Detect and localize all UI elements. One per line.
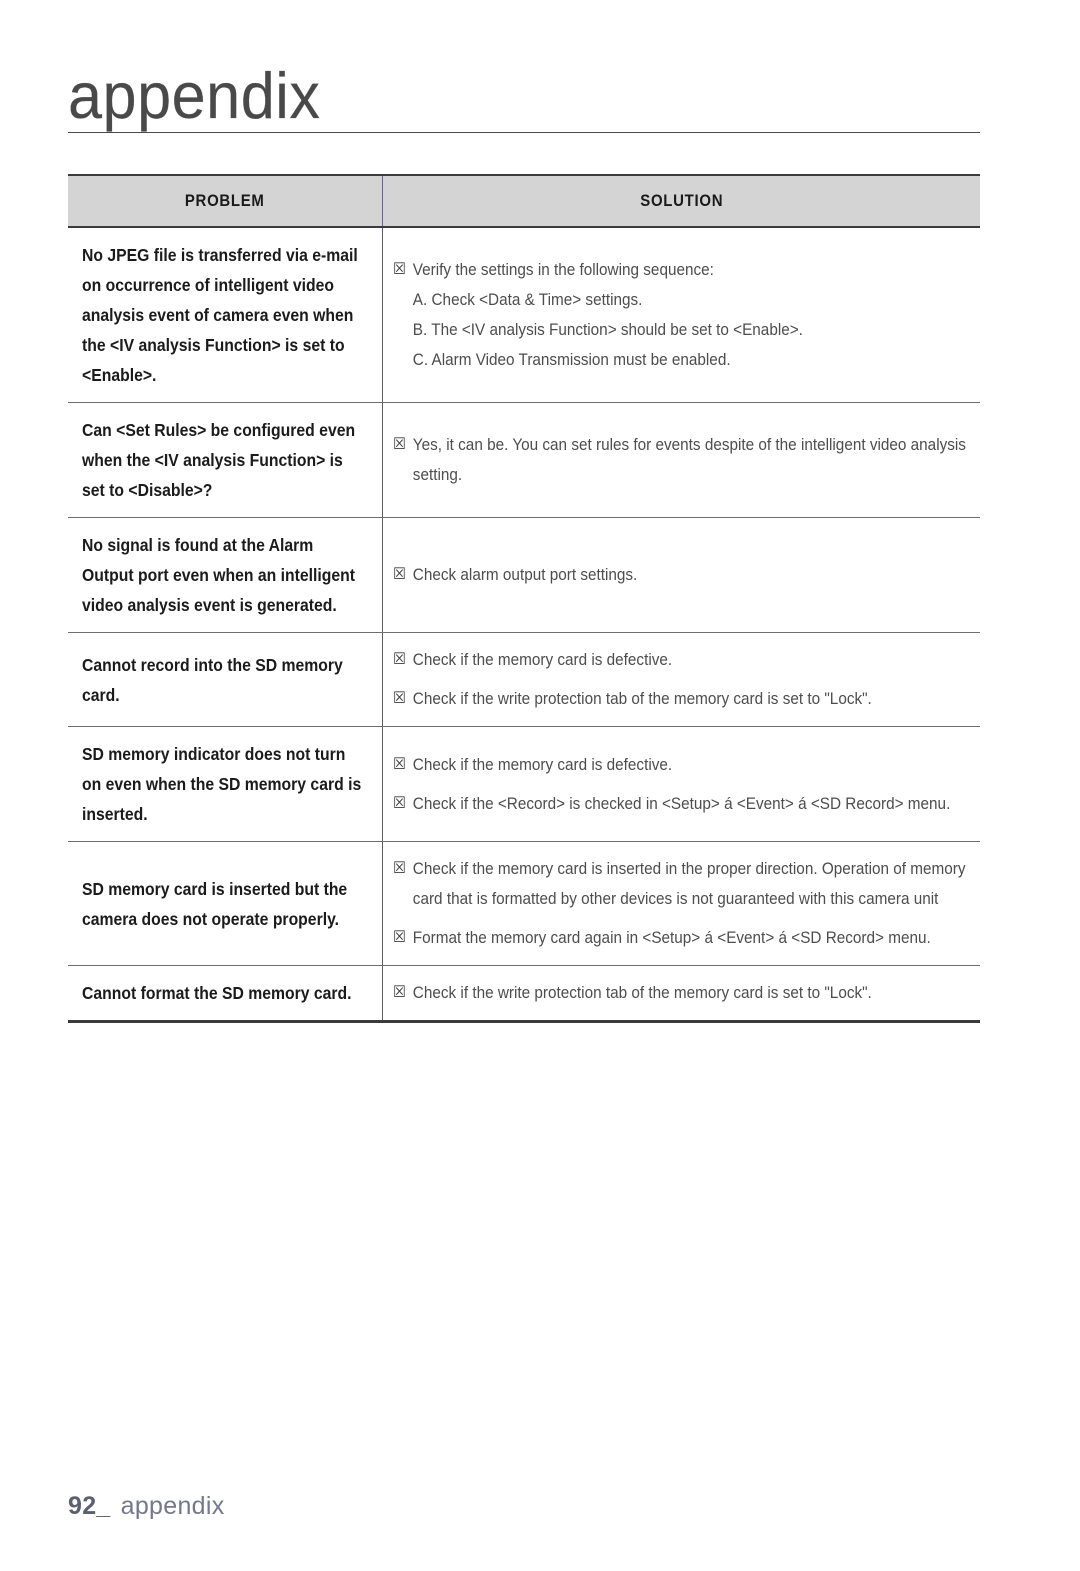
solution-text: Check if the memory card is inserted in … [412, 859, 966, 908]
problem-text: Cannot record into the SD memory card. [82, 654, 343, 705]
solution-cell: ☒ Check if the memory card is defective. ☒… [382, 632, 980, 727]
solution-text: Yes, it can be. You can set rules for ev… [412, 435, 966, 484]
solution-text: Verify the settings in the following seq… [412, 260, 714, 279]
bullet-box-icon: ☒ [392, 794, 406, 812]
solution-text: Check if the <Record> is checked in <Set… [412, 793, 950, 813]
bullet-box-icon: ☒ [392, 566, 406, 583]
footer-section-label: appendix [120, 1492, 225, 1520]
solution-cell: ☒ Check alarm output port settings. [382, 517, 980, 633]
solution-cell: ☒ Check if the memory card is inserted in… [382, 841, 980, 966]
solution-bullet-item: ☒ Check if the <Record> is checked in <Se… [393, 789, 968, 819]
troubleshooting-table: PROBLEM SOLUTION No JPEG file is transfe… [68, 174, 980, 1023]
solution-text: Check if the write protection tab of the… [412, 983, 872, 1002]
column-header-solution-label: SOLUTION [639, 191, 723, 210]
bullet-box-icon: ☒ [392, 860, 406, 877]
solution-cell: ☒ Check if the memory card is defective. ☒… [382, 726, 980, 842]
solution-bullet-item: ☒ Check if the memory card is defective. [393, 750, 968, 780]
table-row: No signal is found at the Alarm Output p… [68, 517, 980, 633]
bullet-box-icon: ☒ [392, 755, 406, 773]
bullet-box-icon: ☒ [392, 436, 406, 453]
solution-text: Format the memory card again in <Setup> … [412, 928, 931, 947]
problem-text: No signal is found at the Alarm Output p… [82, 535, 356, 615]
table-row: Cannot format the SD memory card. ☒ Check … [68, 965, 980, 1023]
problem-cell: Cannot record into the SD memory card. [68, 632, 383, 727]
table-row: SD memory card is inserted but the camer… [68, 841, 980, 966]
bullet-box-icon: ☒ [392, 261, 406, 278]
solution-cell: ☒ Verify the settings in the following se… [382, 227, 980, 403]
problem-cell: No JPEG file is transferred via e-mail o… [68, 227, 383, 403]
table-row: No JPEG file is transferred via e-mail o… [68, 227, 980, 403]
solution-text: Check if the memory card is defective. [412, 650, 672, 669]
problem-cell: Can <Set Rules> be configured even when … [68, 402, 383, 518]
page: appendix PROBLEM SOLUTION No JPEG file i… [0, 0, 1080, 1571]
solution-bullet-item: ☒ Check alarm output port settings. [393, 560, 968, 590]
solution-bullet-item: ☒ Verify the settings in the following se… [393, 255, 968, 285]
table-body: No JPEG file is transferred via e-mail o… [68, 227, 980, 1023]
solution-bullet-item: ☒ Check if the memory card is inserted in… [393, 854, 968, 914]
table-header: PROBLEM SOLUTION [68, 174, 980, 228]
solution-bullet-item: ☒ Check if the write protection tab of th… [393, 684, 968, 714]
solution-sub-step: B. The <IV analysis Function> should be … [412, 320, 803, 339]
troubleshooting-table-wrapper: PROBLEM SOLUTION No JPEG file is transfe… [68, 174, 980, 1023]
page-title: appendix [68, 59, 321, 133]
table-header-row: PROBLEM SOLUTION [68, 174, 980, 228]
solution-bullet-item: ☒ Format the memory card again in <Setup>… [393, 923, 968, 953]
solution-cell: ☒ Check if the write protection tab of th… [382, 965, 980, 1023]
problem-cell: No signal is found at the Alarm Output p… [68, 517, 383, 633]
bullet-box-icon: ☒ [392, 929, 406, 946]
solution-sub-step: A. Check <Data & Time> settings. [412, 290, 642, 309]
problem-cell: Cannot format the SD memory card. [68, 965, 383, 1023]
table-row: Cannot record into the SD memory card. ☒ C… [68, 632, 980, 727]
solution-bullet-item: ☒ Check if the write protection tab of th… [393, 978, 968, 1008]
solution-sub-step: C. Alarm Video Transmission must be enab… [412, 350, 731, 369]
bullet-box-icon: ☒ [392, 984, 406, 1001]
solution-text: Check if the write protection tab of the… [412, 689, 872, 708]
problem-text: SD memory card is inserted but the camer… [82, 878, 348, 929]
solution-bullet-item: ☒ Check if the memory card is defective. [393, 645, 968, 675]
problem-cell: SD memory indicator does not turn on eve… [68, 726, 383, 842]
problem-text: Cannot format the SD memory card. [82, 983, 352, 1003]
footer-page-number: 92_ [68, 1492, 111, 1520]
solution-cell: ☒ Yes, it can be. You can set rules for e… [382, 402, 980, 518]
column-header-problem-label: PROBLEM [184, 191, 265, 210]
table-row: Can <Set Rules> be configured even when … [68, 402, 980, 518]
problem-cell: SD memory card is inserted but the camer… [68, 841, 383, 966]
column-header-solution: SOLUTION [381, 174, 980, 228]
page-footer: 92_ appendix [68, 1492, 225, 1521]
solution-bullet-item: ☒ Yes, it can be. You can set rules for e… [393, 430, 968, 490]
solution-text: Check alarm output port settings. [412, 565, 637, 584]
problem-text: No JPEG file is transferred via e-mail o… [82, 245, 358, 385]
bullet-box-icon: ☒ [392, 690, 406, 707]
bullet-box-icon: ☒ [392, 651, 406, 668]
page-header: appendix [68, 62, 980, 133]
problem-text: SD memory indicator does not turn on eve… [82, 744, 362, 824]
solution-text: Check if the memory card is defective. [412, 754, 672, 774]
problem-text: Can <Set Rules> be configured even when … [82, 420, 356, 500]
table-row: SD memory indicator does not turn on eve… [68, 726, 980, 842]
column-header-problem: PROBLEM [68, 174, 382, 228]
